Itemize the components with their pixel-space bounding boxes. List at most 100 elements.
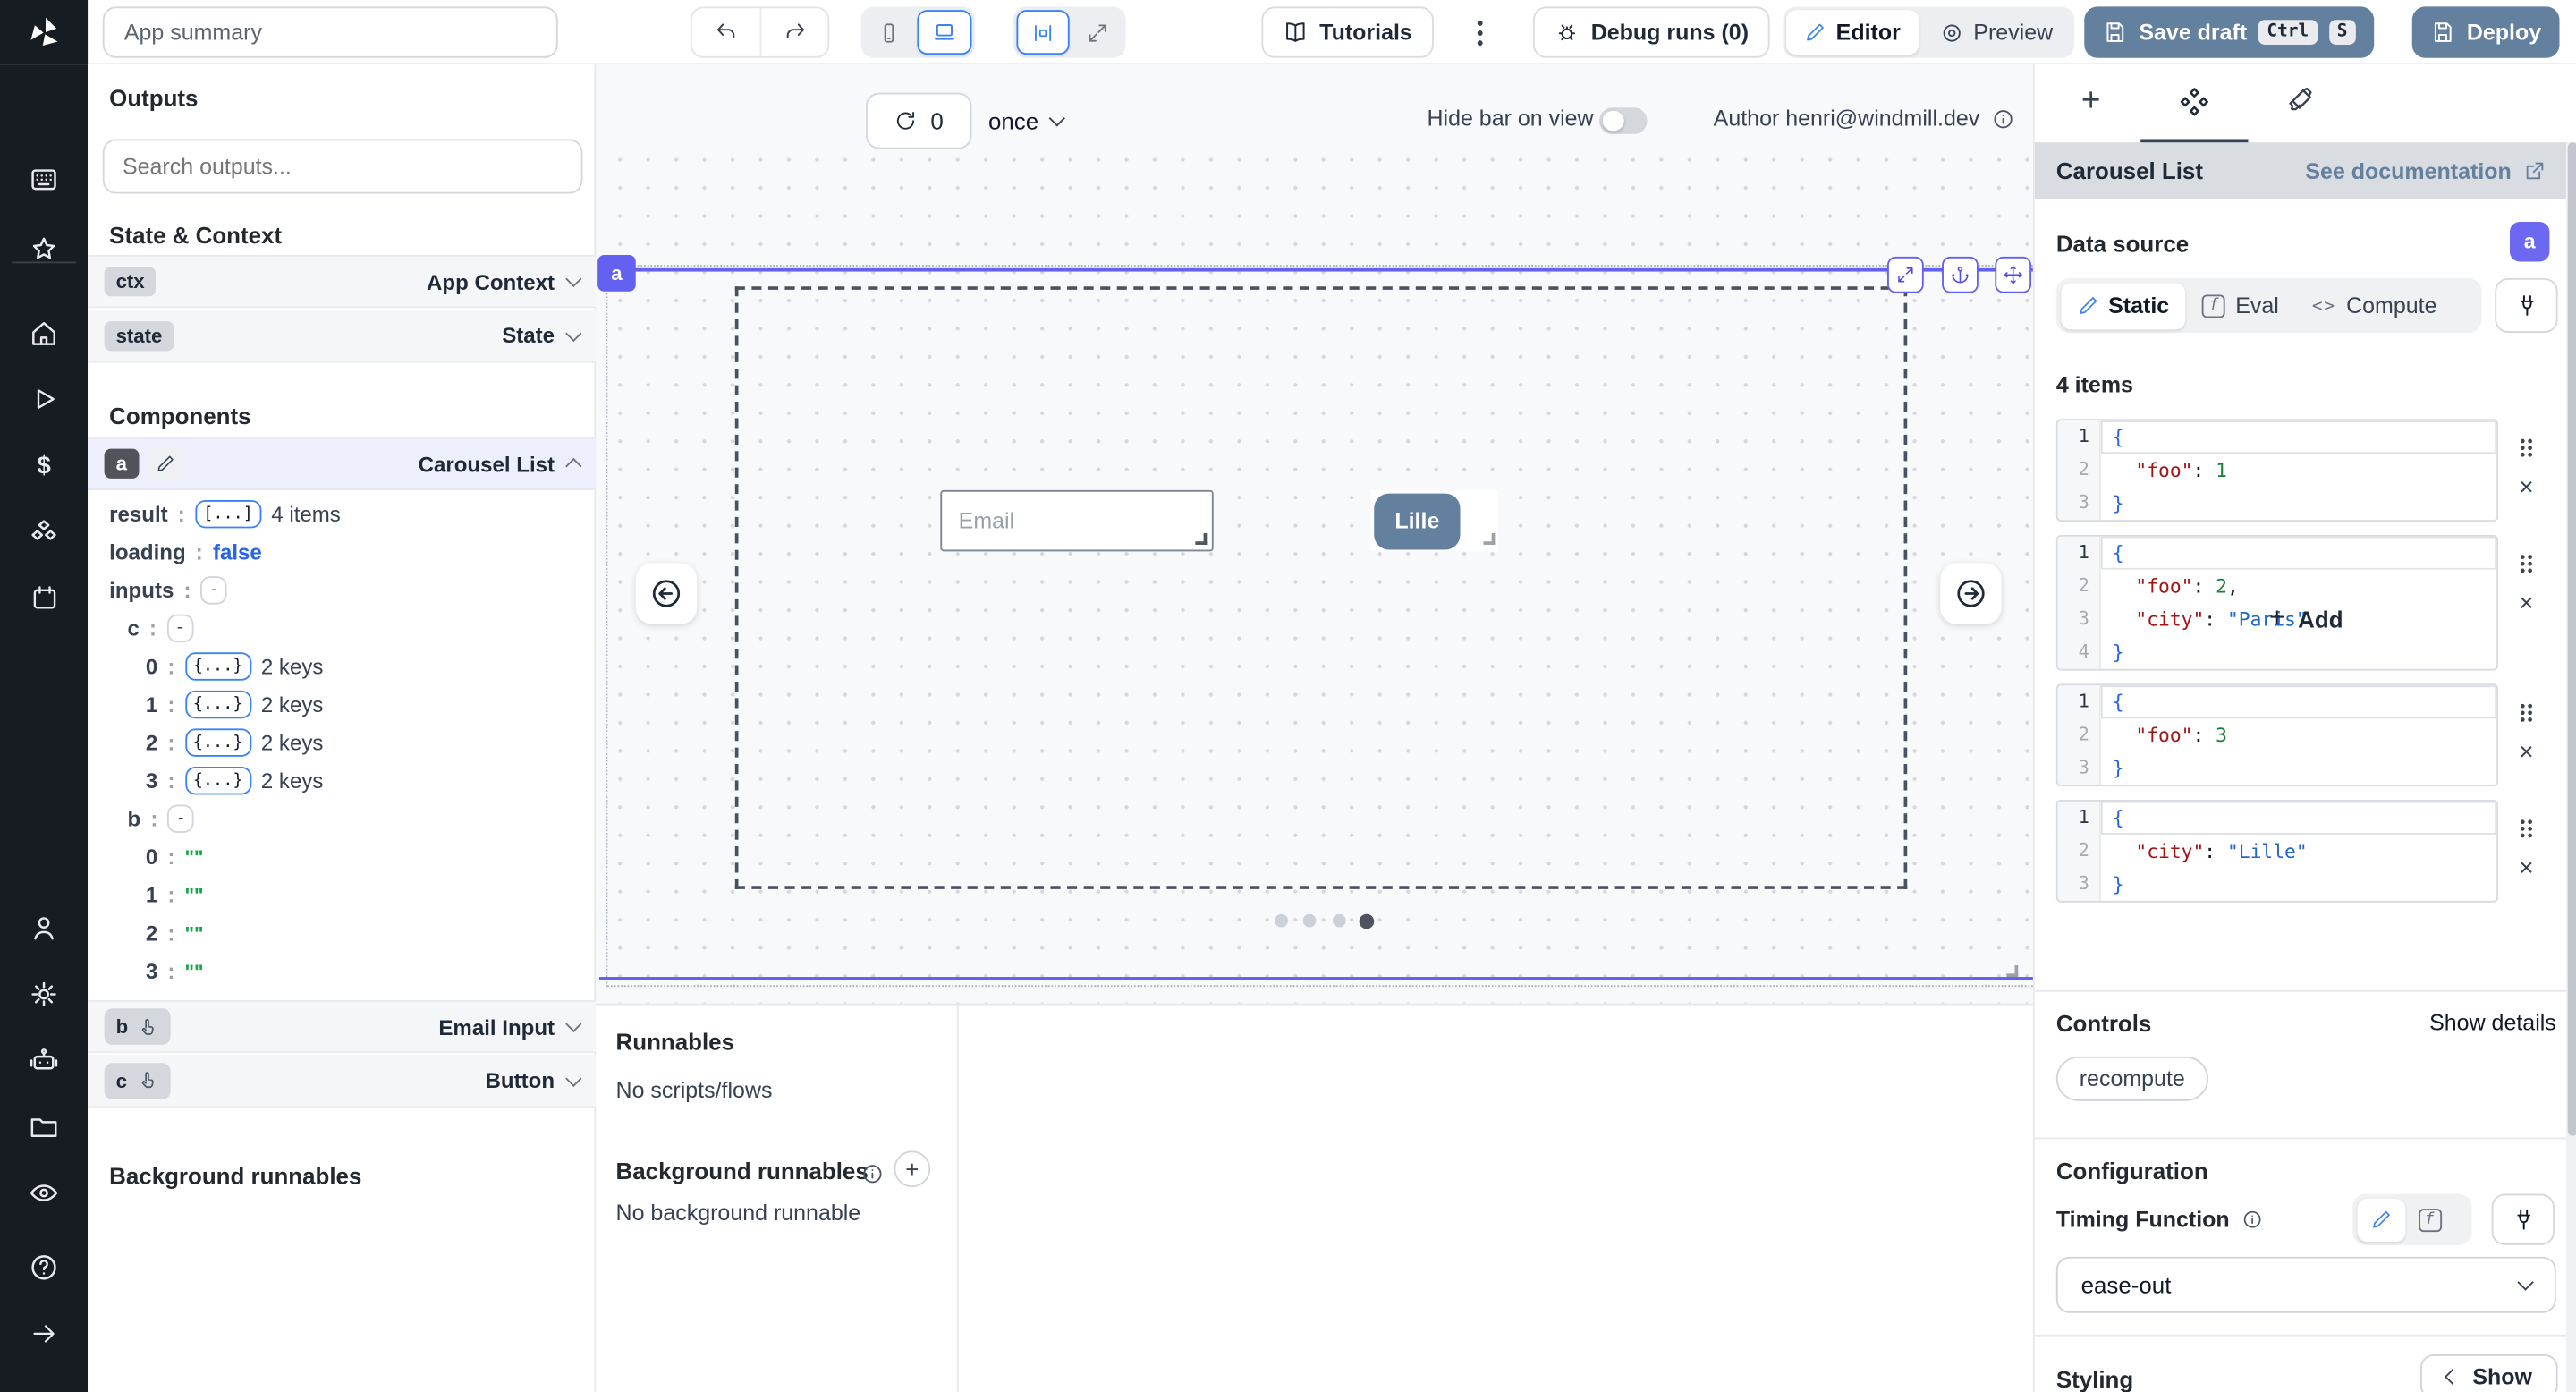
sidebar-item-runs[interactable]	[0, 378, 88, 420]
tree-row[interactable]: 3:{...}2 keys	[88, 761, 596, 800]
delete-item-icon[interactable]: ×	[2519, 856, 2533, 881]
tree-row[interactable]: inputs:-	[88, 572, 596, 610]
timing-connect-button[interactable]	[2492, 1193, 2555, 1244]
resize-handle[interactable]	[1483, 533, 1495, 545]
sidebar-item-favorites[interactable]	[0, 227, 88, 270]
sidebar-item-home[interactable]	[0, 311, 88, 354]
show-details-link[interactable]: Show details	[2035, 1010, 2556, 1035]
undo-button[interactable]	[692, 6, 760, 57]
sidebar-item-resources[interactable]	[0, 510, 88, 553]
debug-runs-button[interactable]: Debug runs (0)	[1533, 6, 1770, 57]
align-center-button[interactable]	[1016, 10, 1069, 55]
refresh-count-button[interactable]: 0	[866, 93, 971, 149]
tree-row[interactable]: 2:{...}2 keys	[88, 724, 596, 762]
component-resize-handle[interactable]	[2006, 965, 2018, 977]
expand-chip[interactable]: {...}	[185, 691, 251, 718]
mode-eval[interactable]: f Eval	[2186, 283, 2296, 329]
add-item-button[interactable]: + Add	[2056, 599, 2556, 639]
carousel-prev-button[interactable]	[636, 563, 697, 624]
drag-handle-icon[interactable]	[2516, 816, 2536, 841]
drag-handle-icon[interactable]	[2516, 436, 2536, 461]
expand-component-button[interactable]	[1887, 257, 1924, 293]
tree-row[interactable]: 0:{...}2 keys	[88, 648, 596, 686]
carousel-dot[interactable]	[1275, 914, 1288, 928]
hide-bar-toggle[interactable]	[1599, 107, 1648, 134]
carousel-next-button[interactable]	[1940, 563, 2001, 624]
expand-chip[interactable]: {...}	[185, 767, 251, 794]
sidebar-expand-button[interactable]	[0, 1311, 88, 1354]
drag-handle-icon[interactable]	[2516, 700, 2536, 726]
mobile-view-button[interactable]	[864, 10, 914, 55]
carousel-dot[interactable]	[1333, 914, 1346, 928]
chevron-down-icon[interactable]	[565, 1070, 581, 1086]
expand-chip[interactable]: {...}	[185, 652, 251, 680]
scrollbar[interactable]	[2566, 142, 2576, 1392]
tab-insert-component[interactable]: +	[2071, 81, 2110, 121]
panel-divider[interactable]	[957, 1005, 959, 1392]
show-styling-button[interactable]: Show	[2420, 1354, 2558, 1392]
delete-item-icon[interactable]: ×	[2519, 740, 2533, 765]
windmill-logo[interactable]	[0, 0, 88, 64]
expand-chip[interactable]: -	[201, 576, 228, 604]
tree-row[interactable]: 1:{...}2 keys	[88, 685, 596, 724]
timing-mode-eval[interactable]: f	[2404, 1198, 2454, 1241]
drag-handle-icon[interactable]	[2516, 551, 2536, 576]
component-row-button[interactable]: c Button	[88, 1055, 596, 1108]
sidebar-item-variables[interactable]: $	[0, 444, 88, 487]
save-draft-button[interactable]: Save draft Ctrl S	[2084, 6, 2374, 57]
tree-row[interactable]: 0:""	[88, 838, 596, 877]
recompute-chip[interactable]: recompute	[2056, 1057, 2208, 1101]
tree-row[interactable]: b:-	[88, 800, 596, 838]
editor-tab[interactable]: Editor	[1786, 10, 1919, 55]
carousel-dot-active[interactable]	[1360, 913, 1375, 929]
more-menu-button[interactable]	[1465, 6, 1495, 57]
desktop-view-button[interactable]	[917, 10, 971, 55]
timing-function-select[interactable]: ease-out	[2056, 1257, 2556, 1313]
timing-mode-static[interactable]	[2357, 1198, 2405, 1241]
carousel-dot[interactable]	[1303, 914, 1317, 928]
json-editor[interactable]: 1{2 "foo": 13}	[2056, 419, 2498, 522]
email-input-component[interactable]	[940, 490, 1213, 551]
tree-row[interactable]: loading:false	[88, 533, 596, 572]
expand-chip[interactable]: -	[167, 805, 194, 833]
json-editor[interactable]: 1{2 "city": "Lille"3}	[2056, 800, 2498, 903]
app-summary-input[interactable]	[103, 6, 558, 57]
scrollbar-thumb[interactable]	[2567, 142, 2576, 1136]
tree-row[interactable]: 3:""	[88, 952, 596, 990]
mode-compute[interactable]: <> Compute	[2295, 283, 2453, 329]
tab-component-settings[interactable]	[2174, 81, 2213, 121]
sidebar-item-schedules[interactable]	[0, 576, 88, 619]
chevron-down-icon[interactable]	[565, 1016, 581, 1032]
carousel-item-container[interactable]	[735, 286, 1907, 889]
output-row-ctx[interactable]: ctx App Context	[88, 255, 596, 308]
sidebar-item-settings[interactable]	[0, 972, 88, 1014]
sidebar-item-workers[interactable]	[0, 1039, 88, 1082]
chevron-down-icon[interactable]	[565, 271, 581, 287]
info-icon[interactable]	[860, 1162, 884, 1185]
chevron-down-icon[interactable]	[565, 325, 581, 341]
resize-handle[interactable]	[1195, 533, 1207, 545]
redo-button[interactable]	[760, 6, 828, 57]
move-component-button[interactable]	[1995, 257, 2031, 293]
sidebar-item-folders[interactable]	[0, 1105, 88, 1148]
preview-tab[interactable]: Preview	[1922, 10, 2072, 55]
tree-row[interactable]: c:-	[88, 609, 596, 648]
fullscreen-button[interactable]	[1072, 10, 1123, 55]
chevron-up-icon[interactable]	[565, 458, 581, 474]
anchor-component-button[interactable]	[1941, 257, 1978, 293]
search-outputs-input[interactable]	[103, 139, 583, 193]
component-row-carousel[interactable]: a Carousel List	[88, 437, 596, 490]
schedule-dropdown[interactable]: once	[988, 93, 1063, 149]
component-row-email-input[interactable]: b Email Input	[88, 1000, 596, 1053]
info-icon[interactable]	[1991, 106, 2014, 130]
sidebar-item-apps[interactable]	[0, 157, 88, 200]
expand-chip[interactable]: {...}	[185, 728, 251, 756]
tree-row[interactable]: result:[...]4 items	[88, 495, 596, 533]
canvas-grid[interactable]: a Lille	[596, 157, 2033, 1004]
expand-chip[interactable]: -	[166, 615, 193, 642]
tab-styling[interactable]	[2280, 81, 2319, 121]
add-background-runnable-button[interactable]: +	[894, 1150, 930, 1187]
json-editor[interactable]: 1{2 "foo": 33}	[2056, 683, 2498, 786]
connect-data-button[interactable]	[2495, 278, 2557, 333]
component-b-chip[interactable]: b	[105, 1008, 172, 1045]
